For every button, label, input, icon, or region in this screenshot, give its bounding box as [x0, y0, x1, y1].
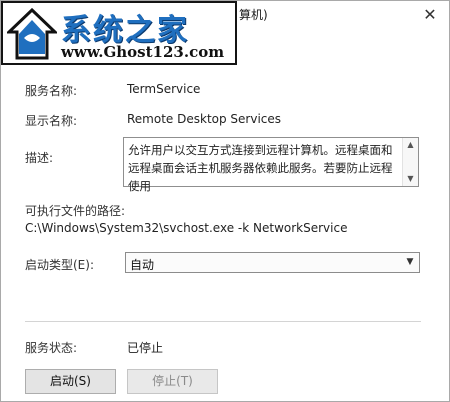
- description-box[interactable]: 允许用户以交互方式连接到远程计算机。远程桌面和远程桌面会话主机服务器依赖此服务。…: [123, 137, 419, 193]
- startup-type-label: 启动类型(E):: [25, 258, 94, 272]
- stop-button[interactable]: 停止(T): [127, 369, 218, 394]
- description-label: 描述:: [25, 151, 54, 165]
- watermark-url: www.Ghost123.com: [61, 43, 225, 61]
- separator: [25, 321, 421, 322]
- startup-type-value: 自动: [130, 258, 155, 272]
- scroll-up-icon[interactable]: ▲: [403, 138, 418, 152]
- description-scrollbar[interactable]: ▲ ▼: [402, 138, 418, 186]
- description-text: 允许用户以交互方式连接到远程计算机。远程桌面和远程桌面会话主机服务器依赖此服务。…: [128, 143, 393, 193]
- chevron-down-icon[interactable]: ▼: [401, 253, 419, 272]
- house-logo-icon: [7, 8, 57, 60]
- window-title: 算机): [239, 8, 268, 22]
- display-name-value: Remote Desktop Services: [127, 112, 282, 126]
- close-button[interactable]: ✕: [419, 4, 441, 26]
- start-button[interactable]: 启动(S): [25, 369, 116, 394]
- service-name-label: 服务名称:: [25, 84, 78, 98]
- startup-type-select[interactable]: 自动 ▼: [125, 252, 420, 273]
- path-label: 可执行文件的路径:: [25, 204, 126, 218]
- service-properties-window: 算机) ✕ 系统之家 www.Ghost123.com 服务名称: TermSe…: [0, 0, 450, 402]
- scroll-down-icon[interactable]: ▼: [403, 172, 418, 186]
- service-status-value: 已停止: [127, 341, 164, 355]
- service-name-value: TermService: [127, 82, 201, 96]
- path-value: C:\Windows\System32\svchost.exe -k Netwo…: [25, 221, 348, 235]
- watermark-logo: 系统之家 www.Ghost123.com: [1, 1, 237, 65]
- display-name-label: 显示名称:: [25, 114, 78, 128]
- service-status-label: 服务状态:: [25, 341, 78, 355]
